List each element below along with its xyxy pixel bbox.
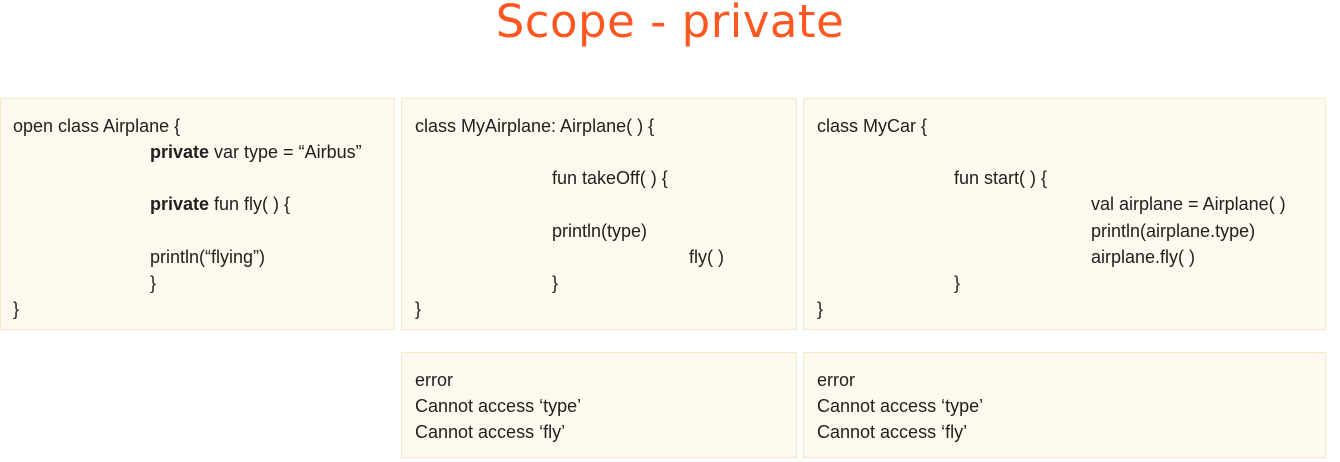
code-line: } — [552, 273, 559, 293]
code-line: println(type) — [552, 221, 648, 241]
code-line: } — [150, 273, 157, 293]
code-line: fly( ) — [689, 247, 724, 267]
code-line: } — [415, 299, 422, 319]
code-line: } — [954, 273, 961, 293]
mycar-class-box: class MyCar { fun start( ) { val airplan… — [803, 98, 1326, 330]
code-line: fun takeOff( ) { — [552, 168, 668, 188]
code-line: } — [817, 299, 824, 319]
code-line: fun start( ) { — [954, 168, 1048, 188]
error-message: Cannot access ‘fly’ — [415, 422, 566, 442]
error-message: Cannot access ‘type’ — [817, 396, 984, 416]
myairplane-class-box: class MyAirplane: Airplane( ) { fun take… — [401, 98, 797, 330]
private-keyword: private — [150, 194, 210, 214]
code-line: class MyCar { — [817, 116, 928, 136]
code-line: airplane.fly( ) — [1091, 247, 1196, 267]
error-message: Cannot access ‘fly’ — [817, 422, 968, 442]
error-label: error — [817, 370, 856, 390]
code-line: open class Airplane { — [13, 116, 181, 136]
code-line: val airplane = Airplane( ) — [1091, 194, 1286, 214]
code-line: println(airplane.type) — [1091, 221, 1256, 241]
code-line: class MyAirplane: Airplane( ) { — [415, 116, 655, 136]
code-line: } — [13, 299, 20, 319]
error-message: Cannot access ‘type’ — [415, 396, 582, 416]
error-label: error — [415, 370, 454, 390]
airplane-class-box: open class Airplane { private var type =… — [0, 98, 395, 330]
code-line: println(“flying”) — [150, 247, 266, 267]
myairplane-error-box: error Cannot access ‘type’ Cannot access… — [401, 352, 797, 458]
private-keyword: private — [150, 142, 210, 162]
code-text: fun fly( ) { — [209, 194, 291, 214]
code-text: var type = “Airbus” — [209, 142, 362, 162]
code-line: private fun fly( ) { — [150, 192, 290, 216]
mycar-error-box: error Cannot access ‘type’ Cannot access… — [803, 352, 1326, 458]
code-line: private var type = “Airbus” — [150, 140, 362, 164]
page-title: Scope - private — [495, 0, 845, 48]
